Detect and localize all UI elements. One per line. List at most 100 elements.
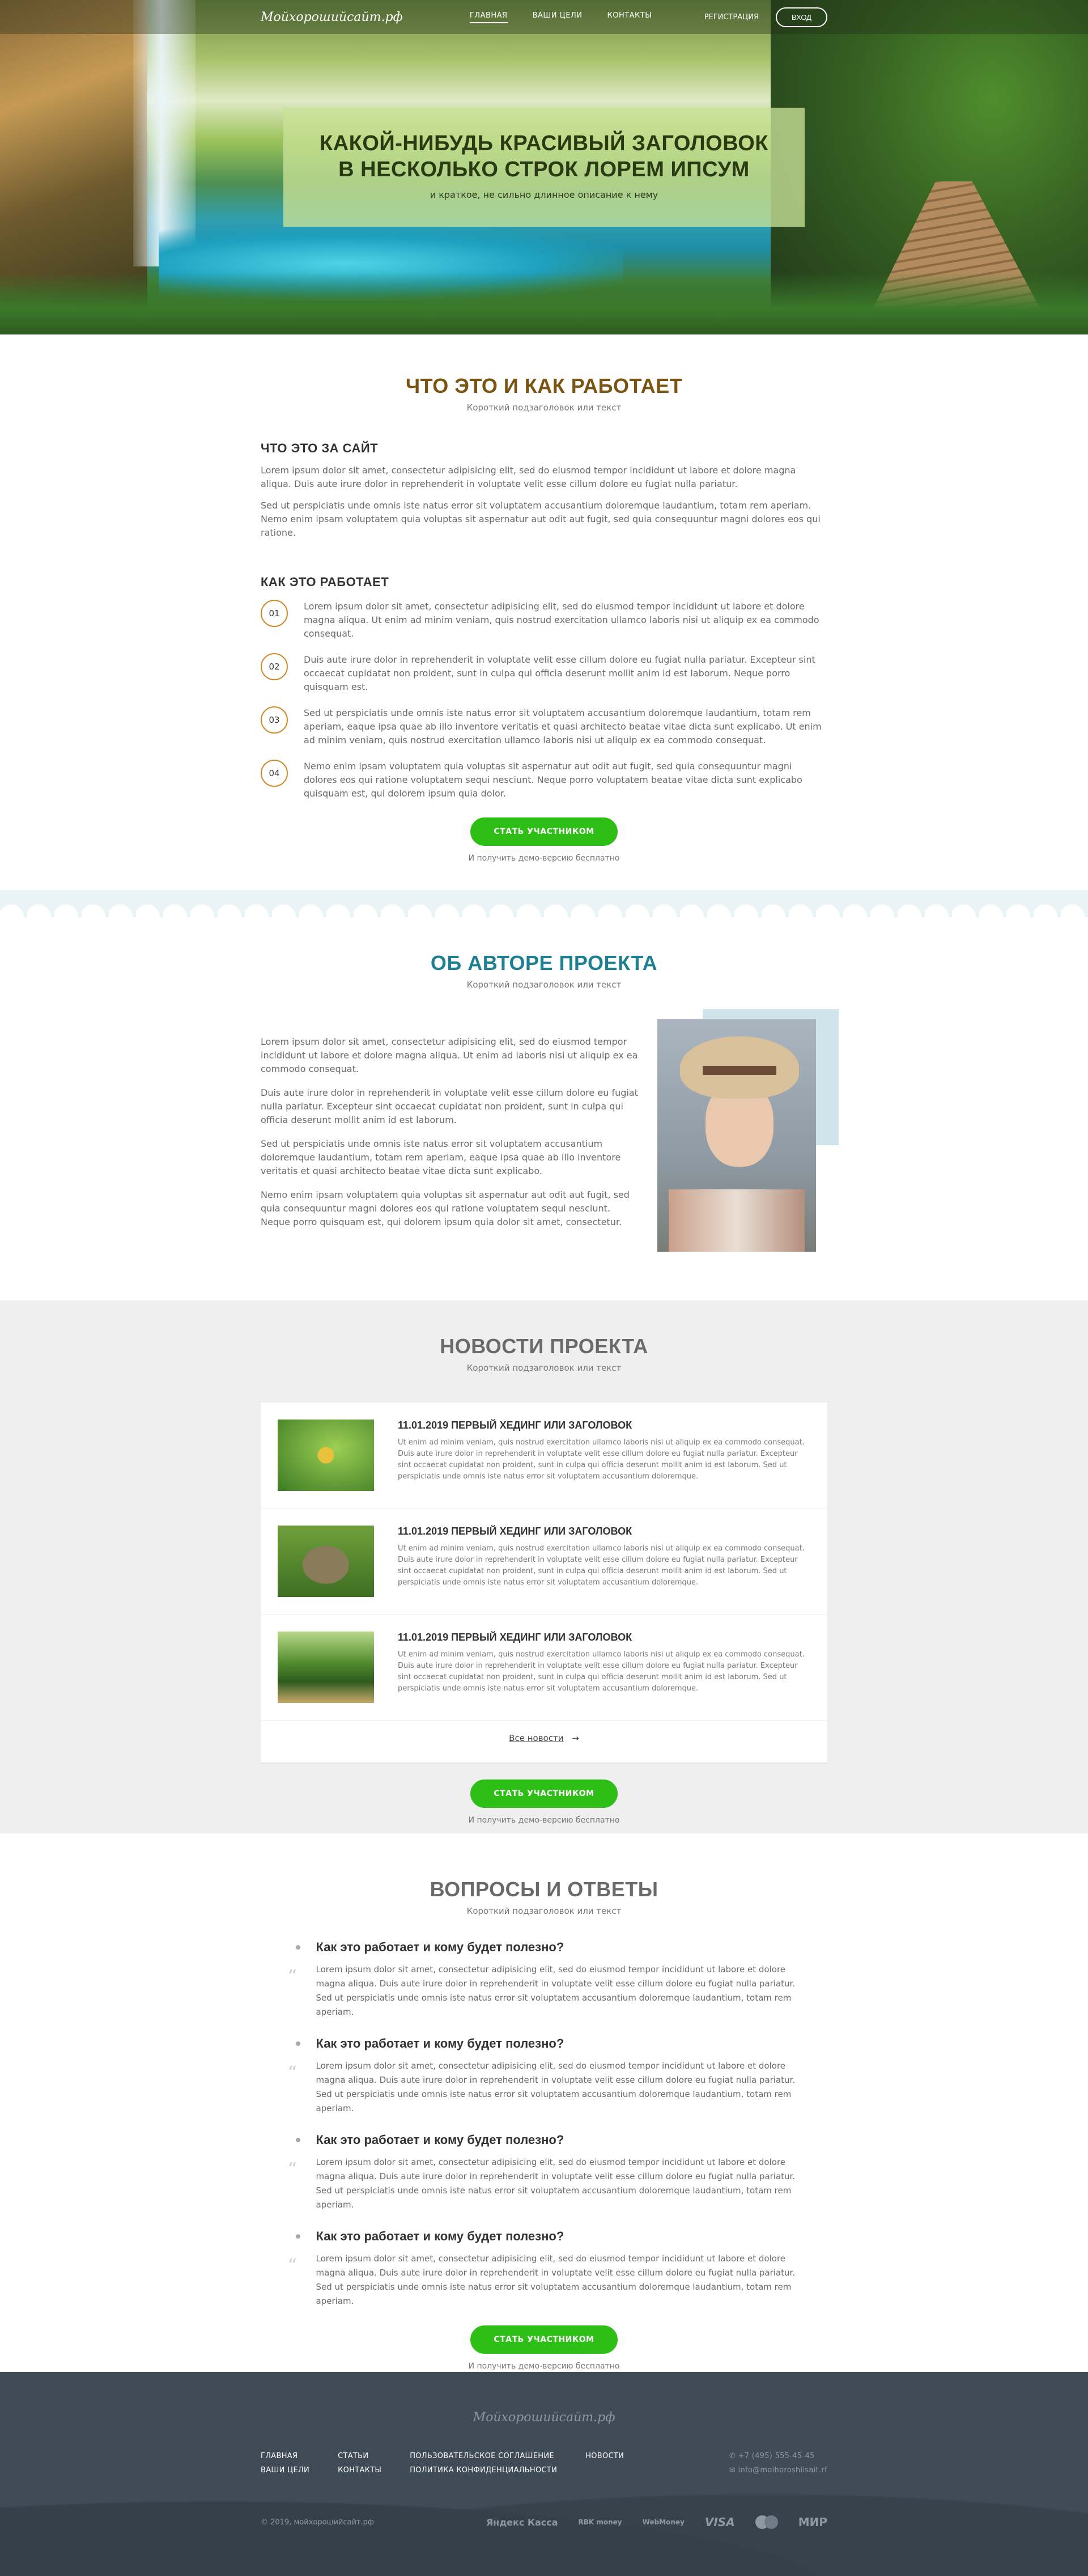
step-number: 01 [261, 600, 288, 627]
mastercard-circle-right [764, 2515, 778, 2529]
step-text: Duis aute irure dolor in reprehenderit i… [304, 654, 815, 692]
footer-phone[interactable]: ✆ +7 (495) 555-45-45 [729, 2452, 827, 2460]
footer-link[interactable]: ПОЛИТИКА КОНФИДЕНЦИАЛЬНОСТИ [410, 2466, 557, 2475]
hero-section: Мойхорошийсайт.рф ГЛАВНАЯ ВАШИ ЦЕЛИ КОНТ… [0, 0, 1088, 334]
footer-link[interactable]: НОВОСТИ [585, 2452, 624, 2460]
phone-icon: ✆ [729, 2452, 736, 2460]
register-link[interactable]: РЕГИСТРАЦИЯ [704, 13, 759, 22]
faq-subtitle: Короткий подзаголовок или текст [466, 1906, 622, 1916]
step-item: 02 Duis aute irure dolor in reprehenderi… [261, 653, 827, 694]
main-nav: ГЛАВНАЯ ВАШИ ЦЕЛИ КОНТАКТЫ [469, 11, 652, 23]
news-content: 11.01.2019 ПЕРВЫЙ ХЕДИНГ ИЛИ ЗАГОЛОВОК U… [398, 1420, 810, 1491]
footer-link[interactable]: ГЛАВНАЯ [261, 2452, 309, 2460]
faq-question: Как это работает и кому будет полезно? [295, 2229, 801, 2244]
steps-list: 01 Lorem ipsum dolor sit amet, consectet… [261, 600, 827, 800]
news-thumbnail-statue[interactable] [278, 1526, 374, 1597]
step-text: Sed ut perspiciatis unde omnis iste natu… [304, 707, 822, 745]
webmoney-logo: WebMoney [642, 2518, 685, 2526]
nav-goals[interactable]: ВАШИ ЦЕЛИ [533, 11, 583, 23]
faq-question: Как это работает и кому будет полезно? [295, 2133, 801, 2147]
news-thumbnail-bird[interactable] [278, 1420, 374, 1491]
hero-description: и краткое, не сильно длинное описание к … [430, 189, 658, 200]
author-photo-frame [657, 1009, 839, 1252]
faq-title: ВОПРОСЫ И ОТВЕТЫ [430, 1878, 658, 1901]
news-item[interactable]: 11.01.2019 ПЕРВЫЙ ХЕДИНГ ИЛИ ЗАГОЛОВОК U… [261, 1509, 827, 1615]
login-button[interactable]: ВХОД [776, 7, 827, 27]
join-button[interactable]: СТАТЬ УЧАСТНИКОМ [470, 1780, 618, 1808]
news-list: 11.01.2019 ПЕРВЫЙ ХЕДИНГ ИЛИ ЗАГОЛОВОК U… [261, 1403, 827, 1762]
footer-link[interactable]: ВАШИ ЦЕЛИ [261, 2466, 309, 2475]
footer-link[interactable]: КОНТАКТЫ [338, 2466, 381, 2475]
footer-link[interactable]: ПОЛЬЗОВАТЕЛЬСКОЕ СОГЛАШЕНИЕ [410, 2452, 557, 2460]
join-button[interactable]: СТАТЬ УЧАСТНИКОМ [470, 817, 618, 846]
phone-number[interactable]: +7 (495) 555-45-45 [738, 2452, 815, 2460]
visa-logo: VISA [704, 2515, 735, 2529]
how-subtitle: Короткий подзаголовок или текст [466, 402, 622, 413]
join-note: И получить демо-версию бесплатно [468, 854, 620, 863]
news-cta: СТАТЬ УЧАСТНИКОМ И получить демо-версию … [261, 1780, 827, 1825]
all-news-label[interactable]: Все новости [509, 1733, 563, 1743]
faq-item: “ Как это работает и кому будет полезно?… [288, 2133, 801, 2212]
author-text: Lorem ipsum dolor sit amet, consectetur … [261, 1019, 640, 1252]
author-title: ОБ АВТОРЕ ПРОЕКТА [430, 951, 658, 975]
payment-methods: Яндекс Касса RBK money WebMoney VISA МИР [486, 2515, 827, 2529]
author-paragraph: Sed ut perspiciatis unde omnis iste natu… [261, 1138, 621, 1176]
step-number: 04 [261, 760, 288, 787]
step-number: 03 [261, 706, 288, 734]
author-body: Lorem ipsum dolor sit amet, consectetur … [261, 1009, 839, 1252]
nav-home[interactable]: ГЛАВНАЯ [469, 11, 508, 23]
rbk-money-logo: RBK money [578, 2518, 622, 2526]
how-title: ЧТО ЭТО И КАК РАБОТАЕТ [405, 374, 683, 397]
news-excerpt: Ut enim ad minim veniam, quis nostrud ex… [398, 1650, 805, 1693]
cloud-divider [0, 890, 1088, 917]
auth-area: РЕГИСТРАЦИЯ ВХОД [704, 7, 827, 27]
news-headline[interactable]: 11.01.2019 ПЕРВЫЙ ХЕДИНГ ИЛИ ЗАГОЛОВОК [398, 1420, 810, 1431]
news-excerpt: Ut enim ad minim veniam, quis nostrud ex… [398, 1544, 805, 1587]
site-logo[interactable]: Мойхорошийсайт.рф [261, 10, 403, 24]
about-site-heading: ЧТО ЭТО ЗА САЙТ [261, 441, 379, 455]
step-item: 04 Nemo enim ipsam voluptatem quia volup… [261, 760, 827, 800]
arrow-right-icon: → [572, 1733, 579, 1743]
step-item: 03 Sed ut perspiciatis unde omnis iste n… [261, 706, 827, 747]
join-note: И получить демо-версию бесплатно [468, 2362, 620, 2371]
footer-col: ПОЛЬЗОВАТЕЛЬСКОЕ СОГЛАШЕНИЕ ПОЛИТИКА КОН… [410, 2452, 557, 2480]
faq-section: ВОПРОСЫ И ОТВЕТЫ Короткий подзаголовок и… [0, 1833, 1088, 2372]
news-content: 11.01.2019 ПЕРВЫЙ ХЕДИНГ ИЛИ ЗАГОЛОВОК U… [398, 1526, 810, 1597]
news-item[interactable]: 11.01.2019 ПЕРВЫЙ ХЕДИНГ ИЛИ ЗАГОЛОВОК U… [261, 1403, 827, 1509]
footer-logo[interactable]: Мойхорошийсайт.рф [0, 2372, 1088, 2425]
mail-icon: ✉ [729, 2466, 736, 2475]
author-paragraph: Lorem ipsum dolor sit amet, consectetur … [261, 1036, 638, 1074]
about-site-paragraph-2: Sed ut perspiciatis unde omnis iste natu… [261, 500, 821, 538]
news-title: НОВОСТИ ПРОЕКТА [440, 1334, 648, 1358]
copyright: © 2019, мойхорошийсайт.рф [261, 2518, 374, 2527]
faq-item: “ Как это работает и кому будет полезно?… [288, 2229, 801, 2308]
hero-title-line1: КАКОЙ-НИБУДЬ КРАСИВЫЙ ЗАГОЛОВОК [320, 132, 768, 155]
faq-cta: СТАТЬ УЧАСТНИКОМ И получить демо-версию … [261, 2325, 827, 2371]
news-headline[interactable]: 11.01.2019 ПЕРВЫЙ ХЕДИНГ ИЛИ ЗАГОЛОВОК [398, 1632, 810, 1643]
faq-item: “ Как это работает и кому будет полезно?… [288, 1940, 801, 2019]
news-subtitle: Короткий подзаголовок или текст [466, 1363, 622, 1373]
author-paragraph: Duis aute irure dolor in reprehenderit i… [261, 1087, 638, 1125]
nav-contacts[interactable]: КОНТАКТЫ [607, 11, 652, 23]
email-address[interactable]: info@moihoroshiisait.rf [738, 2466, 827, 2475]
footer-link[interactable]: СТАТЬИ [338, 2452, 381, 2460]
footer-email[interactable]: ✉ info@moihoroshiisait.rf [729, 2466, 827, 2475]
quote-icon: “ [287, 2255, 297, 2276]
quote-icon: “ [287, 2062, 297, 2083]
mir-logo: МИР [798, 2515, 827, 2529]
hero-cliff [0, 0, 147, 317]
news-headline[interactable]: 11.01.2019 ПЕРВЫЙ ХЕДИНГ ИЛИ ЗАГОЛОВОК [398, 1526, 810, 1537]
how-cta: СТАТЬ УЧАСТНИКОМ И получить демо-версию … [261, 817, 827, 863]
join-button[interactable]: СТАТЬ УЧАСТНИКОМ [470, 2325, 618, 2354]
footer-bottom: © 2019, мойхорошийсайт.рф Яндекс Касса R… [261, 2515, 827, 2529]
news-thumbnail-park[interactable] [278, 1632, 374, 1703]
quote-icon: “ [287, 1965, 297, 1987]
join-note: И получить демо-версию бесплатно [468, 1816, 620, 1825]
step-item: 01 Lorem ipsum dolor sit amet, consectet… [261, 600, 827, 641]
footer-col: ГЛАВНАЯ ВАШИ ЦЕЛИ [261, 2452, 309, 2480]
faq-answer: Lorem ipsum dolor sit amet, consectetur … [316, 2157, 796, 2210]
news-item[interactable]: 11.01.2019 ПЕРВЫЙ ХЕДИНГ ИЛИ ЗАГОЛОВОК U… [261, 1615, 827, 1721]
about-site-paragraph-1: Lorem ipsum dolor sit amet, consectetur … [261, 465, 796, 489]
faq-question: Как это работает и кому будет полезно? [295, 2036, 801, 2051]
all-news-link[interactable]: Все новости → [261, 1721, 827, 1762]
